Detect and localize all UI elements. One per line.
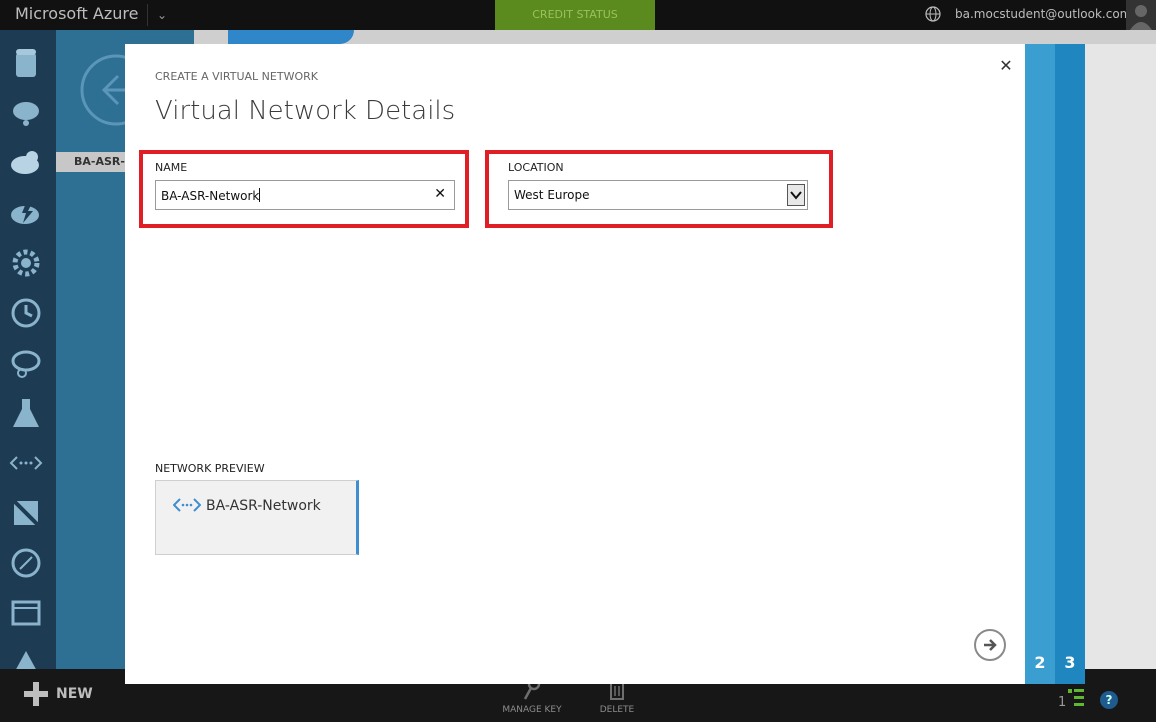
chevron-down-icon <box>790 191 802 200</box>
cloud-network-icon[interactable] <box>8 95 44 131</box>
network-preview-name: BA-ASR-Network <box>206 498 321 514</box>
wizard-step-3[interactable]: 3 <box>1055 44 1085 684</box>
new-label: NEW <box>56 686 93 702</box>
network-preview-card: BA-ASR-Network <box>155 480 359 555</box>
background-list-item[interactable]: BA-ASR-R <box>56 152 126 172</box>
virtual-network-icon <box>173 498 201 512</box>
close-button[interactable]: ✕ <box>996 56 1016 76</box>
storage-icon[interactable] <box>8 45 44 81</box>
gear-icon[interactable] <box>8 245 44 281</box>
left-navigation <box>0 30 56 673</box>
name-label: NAME <box>155 161 188 174</box>
create-virtual-network-dialog: ✕ CREATE A VIRTUAL NETWORK Virtual Netwo… <box>125 44 1025 684</box>
activity-list-icon[interactable] <box>1068 689 1084 707</box>
notification-count: 1 <box>1058 695 1067 710</box>
globe-icon[interactable] <box>925 6 941 22</box>
name-input[interactable]: BA-ASR-Network ✕ <box>155 180 455 210</box>
dashboard-icon[interactable] <box>8 595 44 631</box>
user-email[interactable]: ba.mocstudent@outlook.com <box>955 7 1131 21</box>
user-avatar-icon <box>1130 5 1152 30</box>
brand-menu-button[interactable]: ⌄ <box>147 4 170 26</box>
delete-label: DELETE <box>599 705 635 715</box>
step-2-number: 2 <box>1034 653 1046 672</box>
next-button[interactable] <box>974 629 1006 661</box>
location-select-value: West Europe <box>514 188 590 202</box>
location-dropdown-button[interactable] <box>787 184 805 206</box>
top-bar: Microsoft Azure ⌄ CREDIT STATUS ba.mocst… <box>0 0 1156 30</box>
name-input-value: BA-ASR-Network <box>161 188 261 203</box>
dialog-title: Virtual Network Details <box>155 96 456 126</box>
dialog-subtitle: CREATE A VIRTUAL NETWORK <box>155 70 318 83</box>
chevron-down-icon: ⌄ <box>157 8 168 22</box>
location-label: LOCATION <box>508 161 564 174</box>
remote-app-icon[interactable] <box>8 545 44 581</box>
credit-status-button[interactable]: CREDIT STATUS <box>495 0 655 30</box>
avatar[interactable] <box>1126 0 1156 30</box>
traffic-manager-icon[interactable] <box>8 495 44 531</box>
flask-icon[interactable] <box>8 395 44 431</box>
manage-key-label: MANAGE KEY <box>502 705 562 715</box>
virtual-network-icon[interactable] <box>8 445 44 481</box>
cloud-services-icon[interactable] <box>8 145 44 181</box>
cloud-lightning-icon[interactable] <box>8 195 44 231</box>
location-select[interactable]: West Europe <box>508 180 808 210</box>
brand-title[interactable]: Microsoft Azure <box>15 4 138 23</box>
wizard-step-2[interactable]: 2 <box>1025 44 1055 684</box>
arrow-right-icon <box>984 639 997 651</box>
step-3-number: 3 <box>1064 653 1076 672</box>
cloud-sync-icon[interactable] <box>8 345 44 381</box>
network-preview-label: NETWORK PREVIEW <box>155 462 265 475</box>
clock-icon[interactable] <box>8 295 44 331</box>
close-icon: ✕ <box>999 56 1013 75</box>
plus-icon <box>24 682 48 706</box>
help-button[interactable]: ? <box>1100 691 1118 709</box>
clear-icon[interactable]: ✕ <box>434 186 446 202</box>
background-tab <box>228 30 354 44</box>
